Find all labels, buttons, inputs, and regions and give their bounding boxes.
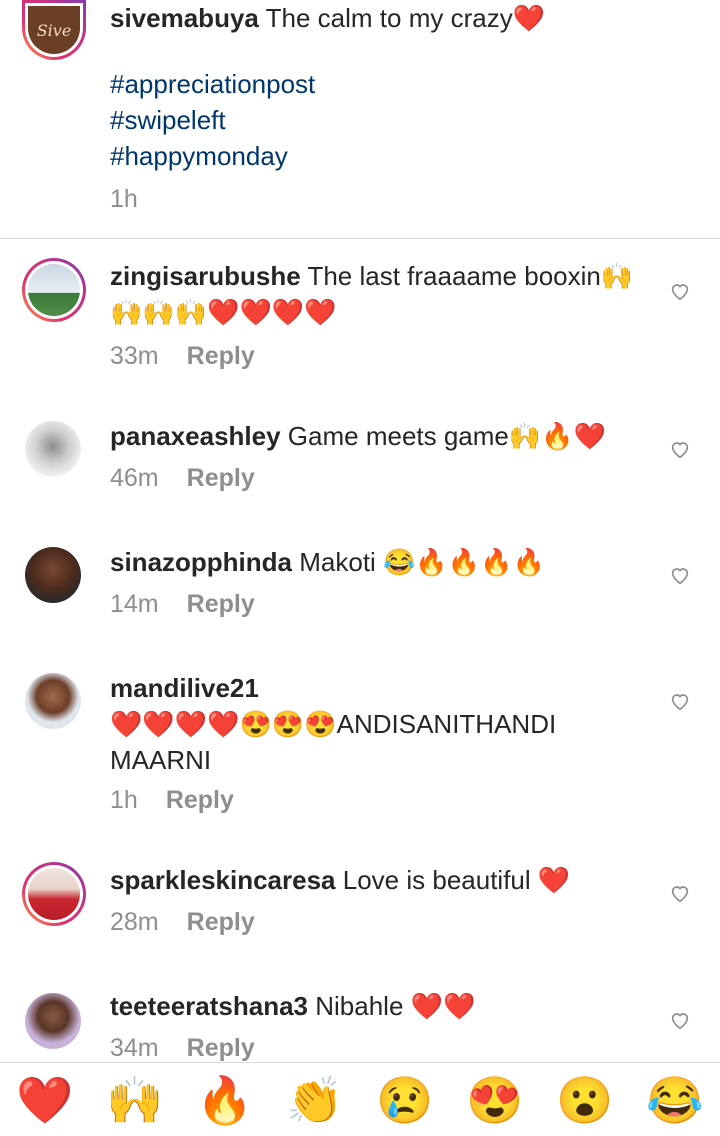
reaction-clap-button[interactable]: 👏 <box>286 1074 343 1126</box>
hashtag-happymonday[interactable]: #happymonday <box>110 138 315 174</box>
heart-outline-icon[interactable] <box>669 564 691 586</box>
comment-text: Love is beautiful ❤️ <box>342 865 571 895</box>
reply-button[interactable]: Reply <box>187 908 255 936</box>
reaction-heart-eyes-button[interactable]: 😍 <box>466 1074 523 1126</box>
comment-username[interactable]: sparkleskincaresa <box>110 865 336 895</box>
reply-button[interactable]: Reply <box>187 1034 255 1062</box>
comment-avatar[interactable] <box>25 673 81 729</box>
avatar-logo: Sive <box>28 6 80 54</box>
reaction-fire-button[interactable]: 🔥 <box>196 1074 253 1126</box>
reply-button[interactable]: Reply <box>187 342 255 370</box>
reply-button[interactable]: Reply <box>187 590 255 618</box>
avatar-logo-text: Sive <box>36 20 72 40</box>
comment-text: Game meets game🙌🔥❤️ <box>287 421 607 451</box>
comment-avatar[interactable] <box>25 547 81 603</box>
comment-text: Makoti 😂🔥🔥🔥🔥 <box>299 547 545 577</box>
comment-avatar[interactable] <box>22 862 86 926</box>
reaction-heart-button[interactable]: ❤️ <box>16 1074 73 1126</box>
divider <box>0 238 720 239</box>
reaction-crying-button[interactable]: 😢 <box>376 1074 433 1126</box>
comment-avatar[interactable] <box>22 258 86 322</box>
quick-reaction-bar: ❤️ 🙌 🔥 👏 😢 😍 😮 😂 <box>0 1062 720 1136</box>
comment-avatar[interactable] <box>25 993 81 1049</box>
heart-outline-icon[interactable] <box>669 882 691 904</box>
comment-time: 46m <box>110 464 159 492</box>
comment-text: ❤️❤️❤️❤️😍😍😍ANDISANITHANDI MAARNI <box>110 709 557 775</box>
hashtag-appreciationpost[interactable]: #appreciationpost <box>110 66 315 102</box>
heart-outline-icon[interactable] <box>669 280 691 302</box>
comment-text: Nibahle ❤️❤️ <box>315 991 476 1021</box>
heart-outline-icon[interactable] <box>669 1009 691 1031</box>
hashtag-swipeleft[interactable]: #swipeleft <box>110 102 315 138</box>
comment-username[interactable]: panaxeashley <box>110 421 281 451</box>
comment-time: 1h <box>110 786 138 814</box>
comment-username[interactable]: mandilive21 <box>110 670 655 706</box>
comment-username[interactable]: teeteeratshana3 <box>110 991 308 1021</box>
heart-emoji: ❤️ <box>512 3 546 33</box>
reaction-laughing-button[interactable]: 😂 <box>646 1074 703 1126</box>
heart-outline-icon[interactable] <box>669 690 691 712</box>
comment-username[interactable]: sinazopphinda <box>110 547 292 577</box>
caption-avatar[interactable]: Sive <box>22 0 86 60</box>
caption-time: 1h <box>110 185 138 213</box>
comment-time: 34m <box>110 1034 159 1062</box>
heart-outline-icon[interactable] <box>669 438 691 460</box>
comment-time: 33m <box>110 342 159 370</box>
comment-time: 14m <box>110 590 159 618</box>
comment-time: 28m <box>110 908 159 936</box>
caption-text: The calm to my crazy <box>265 3 513 33</box>
comment-avatar[interactable] <box>25 421 81 477</box>
reaction-surprised-button[interactable]: 😮 <box>556 1074 613 1126</box>
reply-button[interactable]: Reply <box>187 464 255 492</box>
comment-username[interactable]: zingisarubushe <box>110 261 301 291</box>
post-caption: Sive sivemabuya The calm to my crazy❤️ #… <box>0 0 720 238</box>
reply-button[interactable]: Reply <box>166 786 234 814</box>
caption-username[interactable]: sivemabuya <box>110 3 259 33</box>
reaction-raised-hands-button[interactable]: 🙌 <box>106 1074 163 1126</box>
